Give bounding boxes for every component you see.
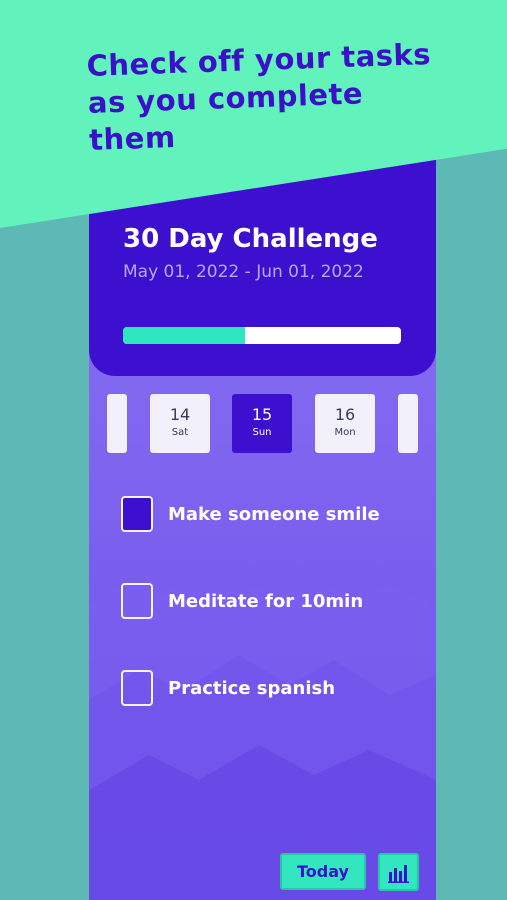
day-weekday: Sat xyxy=(171,427,189,438)
promo-headline: Check off your tasks as you complete the… xyxy=(86,34,490,159)
task-item-practice-spanish[interactable]: Practice spanish xyxy=(121,670,335,706)
task-label: Practice spanish xyxy=(168,677,336,699)
task-label: Make someone smile xyxy=(168,503,380,525)
task-checkbox-checked[interactable] xyxy=(121,496,153,532)
day-card-14[interactable]: 14 Sat xyxy=(150,394,210,453)
day-card-16[interactable]: 16 Mon xyxy=(315,394,375,453)
day-number: 14 xyxy=(169,405,191,424)
challenge-title: 30 Day Challenge xyxy=(123,224,378,254)
stats-button[interactable] xyxy=(378,853,419,891)
bar-chart-icon xyxy=(388,865,409,883)
day-weekday: Mon xyxy=(334,427,356,438)
task-checkbox[interactable] xyxy=(121,670,153,706)
challenge-date-range: May 01, 2022 - Jun 01, 2022 xyxy=(123,262,364,282)
day-card-15-selected[interactable]: 15 Sun xyxy=(232,394,292,453)
headline-line-2: as you complete xyxy=(87,76,364,120)
task-item-meditate[interactable]: Meditate for 10min xyxy=(121,583,363,619)
task-label: Meditate for 10min xyxy=(168,590,364,612)
today-button[interactable]: Today xyxy=(280,853,366,890)
day-number: 16 xyxy=(334,405,356,424)
day-number: 15 xyxy=(251,405,273,424)
progress-fill xyxy=(123,327,246,344)
day-weekday: Sun xyxy=(252,427,272,438)
day-card-previous-partial[interactable] xyxy=(107,394,127,453)
task-item-make-someone-smile[interactable]: Make someone smile xyxy=(121,496,380,532)
challenge-progress-bar xyxy=(123,327,401,344)
task-checkbox[interactable] xyxy=(121,583,153,619)
headline-line-3: them xyxy=(88,119,177,157)
day-card-next-partial[interactable] xyxy=(398,394,418,453)
